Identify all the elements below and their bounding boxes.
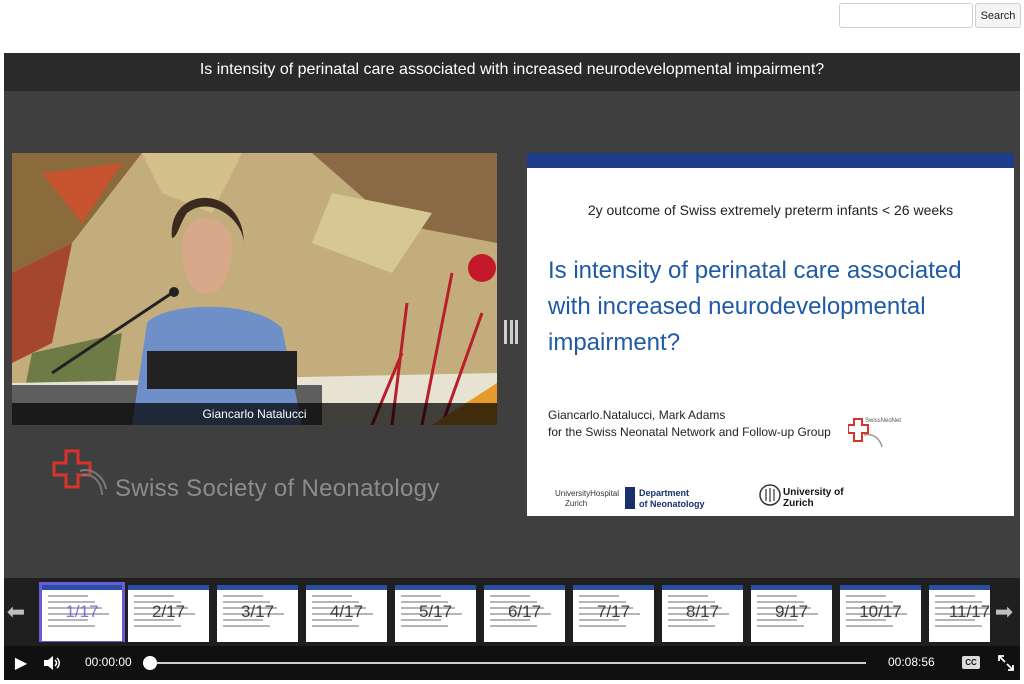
thumbnail-text-line xyxy=(757,625,804,627)
slide-thumbnail[interactable]: 6/17 xyxy=(484,585,565,642)
thumbnail-text-line xyxy=(134,595,174,597)
video-player: Is intensity of perinatal care associate… xyxy=(4,53,1020,680)
thumbnail-text-line xyxy=(312,595,352,597)
thumbnail-header xyxy=(217,585,298,590)
speaker-video[interactable]: Giancarlo Natalucci xyxy=(12,153,497,425)
thumbnail-number: 4/17 xyxy=(329,602,364,621)
thumbnail-text-line xyxy=(401,625,448,627)
thumbnail-text-line xyxy=(490,595,530,597)
univ-hospital-text: UniversityHospital Zurich xyxy=(555,489,620,508)
thumbnail-text-line xyxy=(134,625,181,627)
thumbnail-number: 9/17 xyxy=(774,602,809,621)
current-time: 00:00:00 xyxy=(85,655,132,669)
thumbnail-header xyxy=(929,585,990,590)
thumbnail-number: 8/17 xyxy=(685,602,720,621)
search-input[interactable] xyxy=(839,3,973,28)
slide-affiliation: for the Swiss Neonatal Network and Follo… xyxy=(548,425,831,439)
thumbnail-number: 6/17 xyxy=(507,602,542,621)
slide-title: Is intensity of perinatal care associate… xyxy=(548,257,962,356)
slide-thumbnail[interactable]: 10/17 xyxy=(840,585,921,642)
play-icon[interactable]: ▶ xyxy=(13,653,29,673)
thumbnail-header xyxy=(306,585,387,590)
thumbnail-number: 7/17 xyxy=(596,602,631,621)
ssn-logo-text: Swiss Society of Neonatology xyxy=(115,475,440,502)
fullscreen-icon-glyph xyxy=(998,655,1014,671)
slide-thumbnail[interactable]: 5/17 xyxy=(395,585,476,642)
speaker-video-frame xyxy=(12,153,497,425)
player-controls: ▶ 00:00:00 00:08:56 CC xyxy=(4,646,1020,680)
volume-icon-glyph xyxy=(44,656,60,670)
slide-thumbnail[interactable]: 2/17 xyxy=(128,585,209,642)
thumbnail-number: 10/17 xyxy=(859,602,902,621)
thumbnail-text-line xyxy=(757,595,797,597)
arrow-left-icon[interactable]: ⬅ xyxy=(4,600,28,624)
resize-handle[interactable] xyxy=(504,320,518,344)
thumbnail-number: 11/17 xyxy=(948,602,990,621)
slide-subtitle: 2y outcome of Swiss extremely preterm in… xyxy=(587,202,954,218)
thumbnail-text-line xyxy=(223,625,270,627)
arrow-right-icon[interactable]: ➡ xyxy=(992,600,1016,624)
thumbnail-text-line xyxy=(846,625,893,627)
thumbnail-text-line xyxy=(668,595,708,597)
seek-bar[interactable] xyxy=(146,662,866,664)
department-text: Department of Neonatology xyxy=(639,488,705,509)
thumbnail-text-line xyxy=(312,625,359,627)
thumbnail-header xyxy=(751,585,832,590)
thumbnail-text-line xyxy=(935,625,982,627)
swissneonet-logo: SwissNeoNet xyxy=(848,418,901,448)
thumbnail-header xyxy=(42,585,122,590)
thumbnail-text-line xyxy=(579,625,626,627)
slide-thumbnail-strip: ⬅ 1/17 2/17 3/17 4/17 5/17 6/17 7/17 8/17 9/17 10… xyxy=(4,578,1020,646)
university-text: University of Zurich xyxy=(783,487,844,509)
thumbnail-number: 1/17 xyxy=(65,602,99,621)
thumbnail-text-line xyxy=(223,595,263,597)
univ-hospital-mark xyxy=(625,487,635,509)
slide-header-bar xyxy=(527,153,1014,168)
slide-thumbnail[interactable]: 7/17 xyxy=(573,585,654,642)
slide-thumbnail[interactable]: 3/17 xyxy=(217,585,298,642)
duration-time: 00:08:56 xyxy=(888,655,935,669)
seek-handle[interactable] xyxy=(143,656,157,670)
thumbnail-list: 1/17 2/17 3/17 4/17 5/17 6/17 7/17 8/17 9/17 10/1… xyxy=(39,582,990,642)
thumbnail-header xyxy=(395,585,476,590)
university-seal-icon xyxy=(759,484,781,506)
slide-thumbnail[interactable]: 1/17 xyxy=(39,582,125,642)
thumbnail-text-line xyxy=(401,595,441,597)
thumbnail-header xyxy=(573,585,654,590)
thumbnail-text-line xyxy=(668,625,715,627)
presentation-slide: 2y outcome of Swiss extremely preterm in… xyxy=(527,153,1014,516)
swissneonet-logo-text: SwissNeoNet xyxy=(865,418,901,424)
slide-thumbnail[interactable]: 11/17 xyxy=(929,585,990,642)
search-button[interactable]: Search xyxy=(975,3,1021,28)
thumbnail-number: 5/17 xyxy=(418,602,453,621)
thumbnail-header xyxy=(840,585,921,590)
slide-thumbnail[interactable]: 8/17 xyxy=(662,585,743,642)
slide-authors: Giancarlo.Natalucci, Mark Adams for the … xyxy=(548,407,831,441)
fullscreen-icon[interactable] xyxy=(997,654,1015,672)
closed-captions-button[interactable]: CC xyxy=(962,656,980,669)
lecture-title: Is intensity of perinatal care associate… xyxy=(4,53,1020,91)
thumbnail-text-line xyxy=(48,595,88,597)
thumbnail-text-line xyxy=(579,595,619,597)
thumbnail-header xyxy=(128,585,209,590)
thumbnail-header xyxy=(662,585,743,590)
thumbnail-text-line xyxy=(490,625,537,627)
slide-author-names: Giancarlo.Natalucci, Mark Adams xyxy=(548,408,726,422)
thumbnail-number: 3/17 xyxy=(240,602,275,621)
thumbnail-text-line xyxy=(846,595,886,597)
speaker-name-caption: Giancarlo Natalucci xyxy=(12,403,497,425)
thumbnail-text-line xyxy=(48,625,95,627)
thumbnail-text-line xyxy=(935,595,975,597)
volume-icon[interactable] xyxy=(42,653,62,673)
slide-thumbnail[interactable]: 4/17 xyxy=(306,585,387,642)
thumbnail-number: 2/17 xyxy=(151,602,186,621)
thumbnail-header xyxy=(484,585,565,590)
slide-thumbnail[interactable]: 9/17 xyxy=(751,585,832,642)
